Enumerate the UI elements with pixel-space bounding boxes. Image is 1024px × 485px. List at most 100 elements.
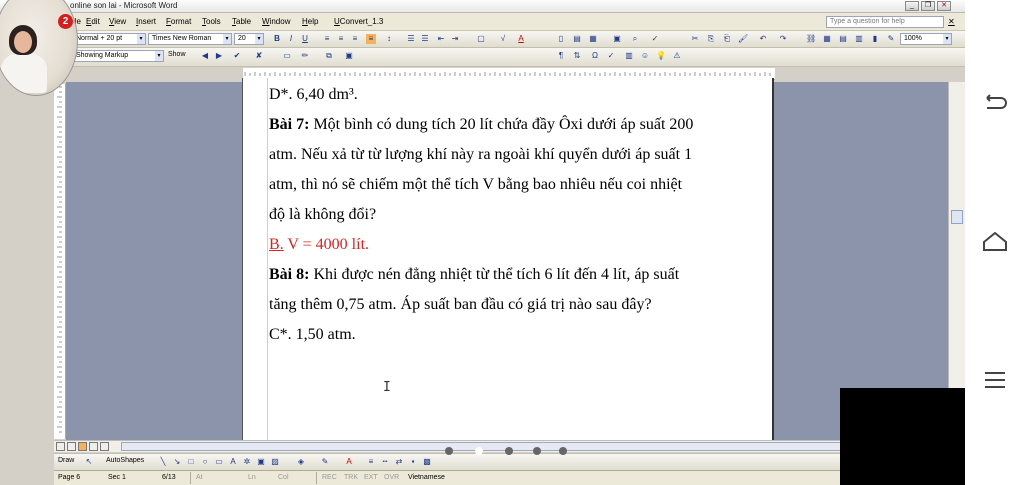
status-ovr[interactable]: OVR — [384, 474, 399, 481]
3d-icon[interactable]: ▩ — [422, 457, 432, 467]
draw-font-color-icon[interactable]: A — [344, 457, 354, 467]
previous-change-icon[interactable]: ◀ — [200, 51, 210, 61]
lightbulb-icon[interactable]: 💡 — [656, 51, 666, 61]
underline-button[interactable]: U — [300, 34, 310, 44]
align-right-icon[interactable]: ≡ — [350, 34, 360, 44]
paste-icon[interactable]: ⎗ — [722, 34, 732, 44]
warning-icon[interactable]: ⚠ — [672, 51, 682, 61]
arrow-style-icon[interactable]: ⇄ — [394, 457, 404, 467]
help-search-input[interactable]: Type a question for help — [826, 16, 944, 28]
highlight-icon[interactable]: ✏ — [300, 51, 310, 61]
menu-window[interactable]: Window — [262, 17, 290, 26]
line-color-icon[interactable]: ✎ — [320, 457, 330, 467]
line-icon[interactable]: ╲ — [158, 457, 168, 467]
sort-icon[interactable]: ⇅ — [572, 51, 582, 61]
status-trk[interactable]: TRK — [344, 474, 358, 481]
textbox-icon[interactable]: ▭ — [214, 457, 224, 467]
copy-icon[interactable]: ⎘ — [706, 34, 716, 44]
symbol-icon[interactable]: Ω — [590, 51, 600, 61]
minimize-button[interactable]: _ — [905, 1, 919, 11]
reviewing-pane-icon[interactable]: ▣ — [344, 51, 354, 61]
home-icon[interactable] — [981, 230, 1009, 254]
oval-icon[interactable]: ○ — [200, 457, 210, 467]
decrease-indent-icon[interactable]: ⇤ — [436, 34, 446, 44]
hyperlink-icon[interactable]: ⛓ — [806, 34, 816, 44]
autoshapes-menu[interactable]: AutoShapes — [106, 457, 144, 464]
print-preview-icon[interactable]: ⌕ — [630, 34, 640, 44]
menu-icon[interactable] — [981, 368, 1009, 392]
close-button[interactable]: ✕ — [937, 1, 951, 11]
status-ext[interactable]: EXT — [364, 474, 378, 481]
zoom-select[interactable]: 100% ▾ — [900, 33, 952, 45]
diagram-icon[interactable]: ✲ — [242, 457, 252, 467]
menu-uconvert[interactable]: UConvert_1.3 — [334, 17, 383, 26]
numbering-icon[interactable]: ☰ — [406, 34, 416, 44]
select-objects-icon[interactable]: ↖ — [84, 457, 94, 467]
vertical-ruler[interactable] — [54, 84, 66, 439]
chart-icon[interactable]: ▥ — [624, 51, 634, 61]
increase-indent-icon[interactable]: ⇥ — [450, 34, 460, 44]
new-document-icon[interactable]: ▯ — [556, 34, 566, 44]
menu-view[interactable]: View — [109, 17, 126, 26]
print-view-button[interactable] — [78, 442, 87, 451]
normal-view-button[interactable] — [56, 442, 65, 451]
equation-icon[interactable]: √ — [498, 34, 508, 44]
picture-icon[interactable]: ▨ — [270, 457, 280, 467]
dash-style-icon[interactable]: ┅ — [380, 457, 390, 467]
draw-menu[interactable]: Draw — [58, 457, 74, 464]
print-icon[interactable]: ▣ — [612, 34, 622, 44]
italic-button[interactable]: I — [286, 34, 296, 44]
display-markup-select[interactable]: Showing Markup ▾ — [72, 50, 164, 62]
bullets-icon[interactable]: ☰ — [420, 34, 430, 44]
font-size-select[interactable]: 20 ▾ — [234, 33, 264, 45]
wordart-icon[interactable]: A — [228, 457, 238, 467]
reading-view-button[interactable] — [100, 442, 109, 451]
web-view-button[interactable] — [67, 442, 76, 451]
outline-view-button[interactable] — [89, 442, 98, 451]
drawing-icon[interactable]: ✎ — [886, 34, 896, 44]
menu-insert[interactable]: Insert — [136, 17, 156, 26]
show-menu[interactable]: Show — [168, 51, 186, 58]
arrow-icon[interactable]: ↘ — [172, 457, 182, 467]
abc-icon[interactable]: ¶ — [556, 51, 566, 61]
back-icon[interactable] — [981, 92, 1009, 116]
close-document-icon[interactable]: ✕ — [948, 17, 955, 26]
justify-icon[interactable]: ≡ — [366, 34, 376, 44]
format-painter-icon[interactable]: 🖌 — [738, 34, 748, 44]
menu-tools[interactable]: Tools — [202, 17, 221, 26]
insert-table-icon[interactable]: ▤ — [838, 34, 848, 44]
restore-button[interactable]: ❐ — [921, 1, 935, 11]
align-center-icon[interactable]: ≡ — [336, 34, 346, 44]
menu-edit[interactable]: Edit — [86, 17, 100, 26]
line-spacing-icon[interactable]: ↕ — [384, 34, 394, 44]
menu-help[interactable]: Help — [302, 17, 318, 26]
document-text[interactable]: D*. 6,40 dm³. Bài 7: Một bình có dung tí… — [269, 80, 749, 350]
reject-change-icon[interactable]: ✘ — [254, 51, 264, 61]
smiley-icon[interactable]: ☺ — [640, 51, 650, 61]
redo-icon[interactable]: ↷ — [778, 34, 788, 44]
open-icon[interactable]: ▤ — [572, 34, 582, 44]
new-comment-icon[interactable]: ▭ — [282, 51, 292, 61]
tables-icon[interactable]: ▦ — [822, 34, 832, 44]
check-icon[interactable]: ✓ — [606, 51, 616, 61]
excel-icon[interactable]: ▥ — [854, 34, 864, 44]
line-style-icon[interactable]: ≡ — [366, 457, 376, 467]
cut-icon[interactable]: ✂ — [690, 34, 700, 44]
document-page[interactable]: D*. 6,40 dm³. Bài 7: Một bình có dung tí… — [242, 78, 774, 440]
menu-format[interactable]: Format — [166, 17, 191, 26]
accept-change-icon[interactable]: ✔ — [232, 51, 242, 61]
style-select[interactable]: Normal + 20 pt ▾ — [72, 33, 146, 45]
track-changes-icon[interactable]: ⧉ — [324, 51, 334, 61]
clipart-icon[interactable]: ▣ — [256, 457, 266, 467]
bold-button[interactable]: B — [272, 34, 282, 44]
shadow-icon[interactable]: ▪ — [408, 457, 418, 467]
undo-icon[interactable]: ↶ — [758, 34, 768, 44]
fill-color-icon[interactable]: ◈ — [296, 457, 306, 467]
status-rec[interactable]: REC — [322, 474, 337, 481]
rectangle-icon[interactable]: □ — [186, 457, 196, 467]
columns-icon[interactable]: ▮ — [870, 34, 880, 44]
save-icon[interactable]: ▦ — [588, 34, 598, 44]
border-icon[interactable]: ▢ — [476, 34, 486, 44]
scroll-thumb[interactable] — [951, 210, 963, 224]
spelling-icon[interactable]: ✓ — [650, 34, 660, 44]
